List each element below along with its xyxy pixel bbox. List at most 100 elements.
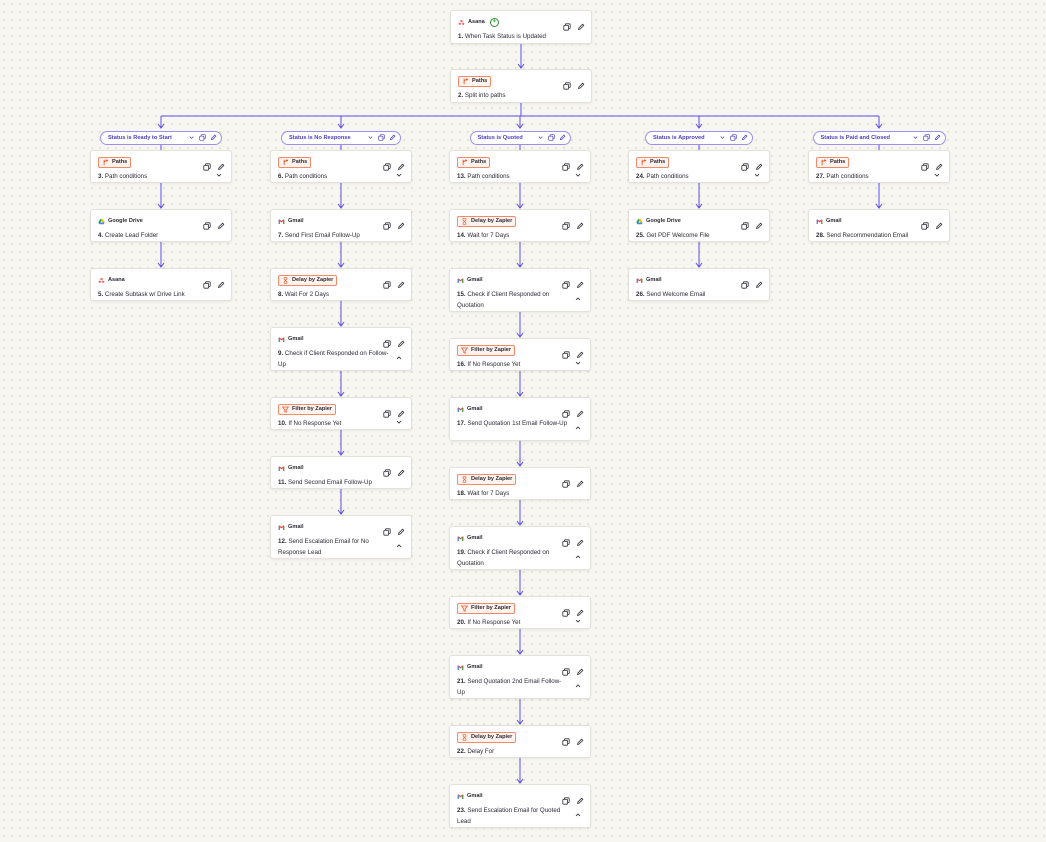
path-label-5[interactable]: Status is Paid and Closed: [812, 131, 946, 145]
path-4-step-3-node[interactable]: Gmail 26. Send Welcome Email: [628, 268, 770, 301]
duplicate-icon[interactable]: [562, 276, 570, 289]
chevron-down-icon[interactable]: [188, 134, 195, 143]
duplicate-icon[interactable]: [383, 464, 391, 477]
duplicate-icon[interactable]: [741, 217, 749, 230]
path-3-step-11-node[interactable]: Gmail 23. Send Escalation Email for Quote…: [449, 784, 591, 828]
chevron-down-icon[interactable]: [367, 134, 374, 143]
path-3-step-4-node[interactable]: Filter by Zapier 16. If No Response Yet: [449, 338, 591, 371]
pencil-icon[interactable]: [397, 405, 405, 417]
pencil-icon[interactable]: [576, 217, 584, 229]
pencil-icon[interactable]: [935, 217, 943, 229]
path-1-step-3-node[interactable]: Asana 5. Create Subtask w/ Drive Link: [90, 268, 232, 301]
pencil-icon[interactable]: [389, 134, 396, 143]
duplicate-icon[interactable]: [562, 792, 570, 805]
duplicate-icon[interactable]: [741, 276, 749, 289]
pencil-icon[interactable]: [755, 276, 763, 288]
pencil-icon[interactable]: [576, 346, 584, 358]
path-2-step-7-node[interactable]: Gmail 12. Send Escalation Email for No Re…: [270, 515, 412, 559]
path-label-1[interactable]: Status is Ready to Start: [100, 131, 222, 145]
path-2-step-6-node[interactable]: Gmail 11. Send Second Email Follow-Up: [270, 456, 412, 489]
duplicate-icon[interactable]: [383, 405, 391, 418]
pencil-icon[interactable]: [217, 276, 225, 288]
chevron-down-icon[interactable]: [395, 418, 403, 426]
duplicate-icon[interactable]: [383, 523, 391, 536]
duplicate-icon[interactable]: [741, 158, 749, 171]
path-2-step-5-node[interactable]: Filter by Zapier 10. If No Response Yet: [270, 397, 412, 430]
path-label-3[interactable]: Status is Quoted: [469, 131, 571, 145]
duplicate-icon[interactable]: [562, 733, 570, 746]
pencil-icon[interactable]: [576, 604, 584, 616]
path-5-step-2-node[interactable]: Gmail 28. Send Recommendation Email: [808, 209, 950, 242]
chevron-down-icon[interactable]: [215, 171, 223, 179]
path-2-step-2-node[interactable]: Gmail 7. Send First Email Follow-Up: [270, 209, 412, 242]
path-label-2[interactable]: Status is No Response: [281, 131, 401, 145]
path-5-step-1-node[interactable]: Paths 27. Path conditions: [808, 150, 950, 183]
duplicate-icon[interactable]: [383, 158, 391, 171]
path-2-step-1-node[interactable]: Paths 6. Path conditions: [270, 150, 412, 183]
path-3-step-6-node[interactable]: Delay by Zapier 18. Wait for 7 Days: [449, 467, 591, 500]
pencil-icon[interactable]: [397, 335, 405, 347]
pencil-icon[interactable]: [576, 405, 584, 417]
duplicate-icon[interactable]: [383, 335, 391, 348]
trigger-step-node[interactable]: Asana +1. When Task Status is Updated: [450, 10, 592, 44]
path-1-step-2-node[interactable]: Google Drive 4. Create Lead Folder: [90, 209, 232, 242]
duplicate-icon[interactable]: [203, 158, 211, 171]
duplicate-icon[interactable]: [562, 534, 570, 547]
path-label-4[interactable]: Status is Approved: [645, 131, 753, 145]
pencil-icon[interactable]: [576, 733, 584, 745]
pencil-icon[interactable]: [755, 217, 763, 229]
duplicate-icon[interactable]: [383, 217, 391, 230]
chevron-down-icon[interactable]: [719, 134, 726, 143]
duplicate-icon[interactable]: [378, 133, 385, 143]
pencil-icon[interactable]: [576, 276, 584, 288]
pencil-icon[interactable]: [755, 158, 763, 170]
chevron-up-icon[interactable]: [574, 295, 582, 303]
path-4-step-1-node[interactable]: Paths 24. Path conditions: [628, 150, 770, 183]
chevron-down-icon[interactable]: [574, 359, 582, 367]
duplicate-icon[interactable]: [562, 663, 570, 676]
pencil-icon[interactable]: [576, 534, 584, 546]
chevron-down-icon[interactable]: [574, 617, 582, 625]
path-1-step-1-node[interactable]: Paths 3. Path conditions: [90, 150, 232, 183]
path-4-step-2-node[interactable]: Google Drive 25. Get PDF Welcome File: [628, 209, 770, 242]
pencil-icon[interactable]: [577, 77, 585, 89]
chevron-up-icon[interactable]: [574, 424, 582, 432]
pencil-icon[interactable]: [397, 276, 405, 288]
chevron-up-icon[interactable]: [574, 553, 582, 561]
path-3-step-9-node[interactable]: Gmail 21. Send Quotation 2nd Email Follow…: [449, 655, 591, 699]
chevron-up-icon[interactable]: [574, 682, 582, 690]
pencil-icon[interactable]: [397, 523, 405, 535]
duplicate-icon[interactable]: [921, 158, 929, 171]
duplicate-icon[interactable]: [921, 217, 929, 230]
pencil-icon[interactable]: [576, 792, 584, 804]
duplicate-icon[interactable]: [562, 346, 570, 359]
pencil-icon[interactable]: [576, 475, 584, 487]
path-2-step-4-node[interactable]: Gmail 9. Check if Client Responded on Fol…: [270, 327, 412, 371]
chevron-down-icon[interactable]: [753, 171, 761, 179]
path-3-step-2-node[interactable]: Delay by Zapier 14. Wait for 7 Days: [449, 209, 591, 242]
path-3-step-3-node[interactable]: Gmail 15. Check if Client Responded on Qu…: [449, 268, 591, 312]
duplicate-icon[interactable]: [562, 604, 570, 617]
path-3-step-1-node[interactable]: Paths 13. Path conditions: [449, 150, 591, 183]
chevron-up-icon[interactable]: [395, 354, 403, 362]
pencil-icon[interactable]: [397, 158, 405, 170]
path-3-step-5-node[interactable]: Gmail 17. Send Quotation 1st Email Follow…: [449, 397, 591, 441]
pencil-icon[interactable]: [935, 158, 943, 170]
duplicate-icon[interactable]: [562, 158, 570, 171]
add-trigger-icon[interactable]: +: [489, 17, 499, 27]
duplicate-icon[interactable]: [547, 133, 555, 143]
pencil-icon[interactable]: [576, 158, 584, 170]
duplicate-icon[interactable]: [199, 133, 206, 143]
pencil-icon[interactable]: [559, 134, 566, 143]
zap-editor-canvas[interactable]: Asana +1. When Task Status is Updated Path…: [0, 0, 1046, 842]
duplicate-icon[interactable]: [562, 475, 570, 488]
chevron-down-icon[interactable]: [912, 134, 919, 143]
pencil-icon[interactable]: [210, 134, 217, 143]
path-3-step-10-node[interactable]: Delay by Zapier 22. Delay For: [449, 725, 591, 758]
duplicate-icon[interactable]: [563, 18, 571, 31]
pencil-icon[interactable]: [741, 134, 748, 143]
pencil-icon[interactable]: [217, 217, 225, 229]
duplicate-icon[interactable]: [730, 133, 737, 143]
path-2-step-3-node[interactable]: Delay by Zapier 8. Wait For 2 Days: [270, 268, 412, 301]
duplicate-icon[interactable]: [562, 217, 570, 230]
